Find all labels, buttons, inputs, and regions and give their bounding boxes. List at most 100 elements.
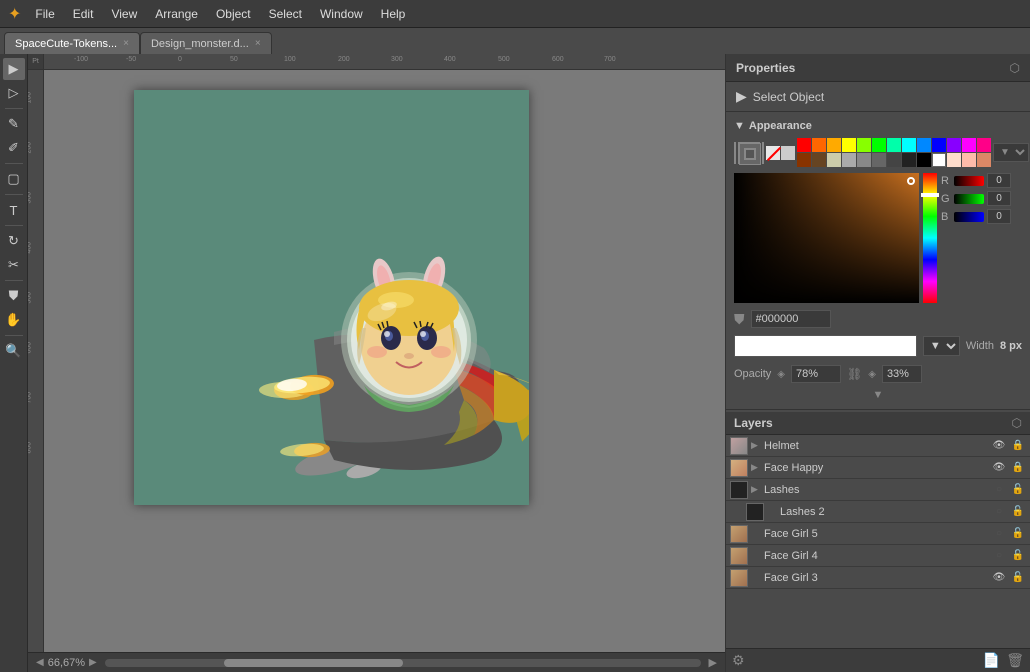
tab-1-close[interactable]: × bbox=[123, 39, 129, 49]
color-chip[interactable] bbox=[932, 153, 946, 167]
menu-arrange[interactable]: Arrange bbox=[147, 3, 206, 25]
r-input[interactable] bbox=[987, 173, 1011, 188]
hex-input[interactable] bbox=[751, 310, 831, 328]
zoom-tool[interactable]: 🔍 bbox=[3, 340, 25, 362]
color-chip[interactable] bbox=[827, 138, 841, 152]
rotate-tool[interactable]: ↻ bbox=[3, 230, 25, 252]
layers-delete-btn[interactable]: 🗑 bbox=[1006, 652, 1024, 669]
properties-expand-icon[interactable]: ⬡ bbox=[1010, 61, 1020, 75]
color-chip-red[interactable] bbox=[797, 138, 811, 152]
layers-settings-btn[interactable]: ⚙ bbox=[732, 652, 745, 669]
b-input[interactable] bbox=[987, 209, 1011, 224]
layers-new-btn[interactable]: 📄 bbox=[983, 652, 1000, 669]
scroll-right-btn[interactable]: ▶ bbox=[709, 656, 717, 669]
stroke-dropdown[interactable]: ▼ bbox=[923, 336, 960, 356]
rectangle-tool[interactable]: ▢ bbox=[3, 168, 25, 190]
layers-expand-icon[interactable]: ⬡ bbox=[1012, 416, 1022, 430]
color-chip[interactable] bbox=[977, 138, 991, 152]
color-chip[interactable] bbox=[827, 153, 841, 167]
layer-item-lashes2[interactable]: ▶ Lashes 2 ○ 🔓 bbox=[726, 501, 1030, 523]
zoom-left-arrow[interactable]: ◀ bbox=[36, 657, 44, 668]
menu-select[interactable]: Select bbox=[261, 3, 310, 25]
layer-arrow[interactable]: ▶ bbox=[751, 484, 761, 495]
color-chip[interactable] bbox=[857, 153, 871, 167]
layer-arrow[interactable]: ▶ bbox=[751, 462, 761, 473]
eyedropper-tool[interactable]: ⛊ bbox=[3, 285, 25, 307]
horizontal-scrollbar[interactable] bbox=[105, 659, 701, 667]
gradient-picker[interactable] bbox=[734, 173, 919, 303]
layer-lock-face-happy[interactable]: 🔒 bbox=[1010, 460, 1026, 476]
layer-eye-lashes2[interactable]: ○ bbox=[991, 504, 1007, 520]
appearance-chevron[interactable]: ▼ bbox=[734, 120, 745, 132]
g-input[interactable] bbox=[987, 191, 1011, 206]
fill-swatch[interactable] bbox=[734, 142, 736, 164]
drawing-canvas[interactable] bbox=[44, 70, 725, 652]
zoom-right-arrow[interactable]: ▶ bbox=[89, 657, 97, 668]
layer-lock-face-girl3[interactable]: 🔓 bbox=[1010, 570, 1026, 586]
opacity-input[interactable] bbox=[791, 365, 841, 383]
layer-item-face-girl5[interactable]: ▶ Face Girl 5 ○ 🔓 bbox=[726, 523, 1030, 545]
color-chip[interactable] bbox=[917, 153, 931, 167]
color-chip[interactable] bbox=[962, 153, 976, 167]
layer-lock-face-girl5[interactable]: 🔓 bbox=[1010, 526, 1026, 542]
opacity2-input[interactable] bbox=[882, 365, 922, 383]
tab-2[interactable]: Design_monster.d... × bbox=[140, 32, 272, 54]
layer-eye-helmet[interactable]: 👁 bbox=[991, 438, 1007, 454]
layer-lock-face-girl4[interactable]: 🔓 bbox=[1010, 548, 1026, 564]
color-chip[interactable] bbox=[842, 138, 856, 152]
palette-dropdown[interactable]: ▼ bbox=[993, 143, 1029, 162]
layer-item-face-girl4[interactable]: ▶ Face Girl 4 ○ 🔓 bbox=[726, 545, 1030, 567]
hue-bar[interactable] bbox=[923, 173, 937, 303]
color-chip[interactable] bbox=[887, 153, 901, 167]
menu-edit[interactable]: Edit bbox=[65, 3, 102, 25]
layer-lock-lashes2[interactable]: 🔓 bbox=[1010, 504, 1026, 520]
layer-item-face-girl3[interactable]: ▶ Face Girl 3 👁 🔓 bbox=[726, 567, 1030, 589]
layer-arrow[interactable]: ▶ bbox=[751, 440, 761, 451]
menu-view[interactable]: View bbox=[103, 3, 145, 25]
pencil-tool[interactable]: ✐ bbox=[3, 137, 25, 159]
color-chip[interactable] bbox=[887, 138, 901, 152]
g-slider[interactable] bbox=[954, 194, 984, 204]
color-chip[interactable] bbox=[917, 138, 931, 152]
type-tool[interactable]: T bbox=[3, 199, 25, 221]
color-chip[interactable] bbox=[902, 153, 916, 167]
scissors-tool[interactable]: ✂ bbox=[3, 254, 25, 276]
layer-item-helmet[interactable]: ▶ Helmet 👁 🔒 bbox=[726, 435, 1030, 457]
color-chip[interactable] bbox=[962, 138, 976, 152]
none-swatch[interactable] bbox=[762, 142, 764, 164]
direct-select-tool[interactable]: ▷ bbox=[3, 82, 25, 104]
tab-1[interactable]: SpaceCute-Tokens... × bbox=[4, 32, 140, 54]
layer-eye-lashes[interactable]: ○ bbox=[991, 482, 1007, 498]
b-slider[interactable] bbox=[954, 212, 984, 222]
r-slider[interactable] bbox=[954, 176, 984, 186]
layer-eye-face-happy[interactable]: 👁 bbox=[991, 460, 1007, 476]
layer-eye-face-girl3[interactable]: 👁 bbox=[991, 570, 1007, 586]
color-chip[interactable] bbox=[842, 153, 856, 167]
color-chip[interactable] bbox=[872, 153, 886, 167]
color-chip[interactable] bbox=[857, 138, 871, 152]
stroke-swatch[interactable] bbox=[738, 142, 760, 164]
color-chip[interactable] bbox=[781, 146, 795, 160]
stroke-preview[interactable] bbox=[734, 335, 917, 357]
color-chip[interactable] bbox=[872, 138, 886, 152]
expand-arrow[interactable]: ▼ bbox=[726, 387, 1030, 403]
hand-tool[interactable]: ✋ bbox=[3, 309, 25, 331]
color-chip[interactable] bbox=[947, 153, 961, 167]
color-chip[interactable] bbox=[902, 138, 916, 152]
color-chip[interactable] bbox=[947, 138, 961, 152]
color-chip[interactable] bbox=[797, 153, 811, 167]
pen-tool[interactable]: ✎ bbox=[3, 113, 25, 135]
select-tool[interactable]: ▶ bbox=[3, 58, 25, 80]
eyedropper-icon[interactable]: ⛊ bbox=[734, 311, 745, 328]
color-chip[interactable] bbox=[812, 153, 826, 167]
layer-lock-lashes[interactable]: 🔓 bbox=[1010, 482, 1026, 498]
color-chip[interactable] bbox=[932, 138, 946, 152]
menu-window[interactable]: Window bbox=[312, 3, 371, 25]
layer-lock-helmet[interactable]: 🔒 bbox=[1010, 438, 1026, 454]
layer-eye-face-girl4[interactable]: ○ bbox=[991, 548, 1007, 564]
color-chip[interactable] bbox=[977, 153, 991, 167]
color-chip[interactable] bbox=[812, 138, 826, 152]
tab-2-close[interactable]: × bbox=[255, 39, 261, 49]
link-icon[interactable]: ⛓ bbox=[847, 367, 862, 381]
menu-object[interactable]: Object bbox=[208, 3, 259, 25]
